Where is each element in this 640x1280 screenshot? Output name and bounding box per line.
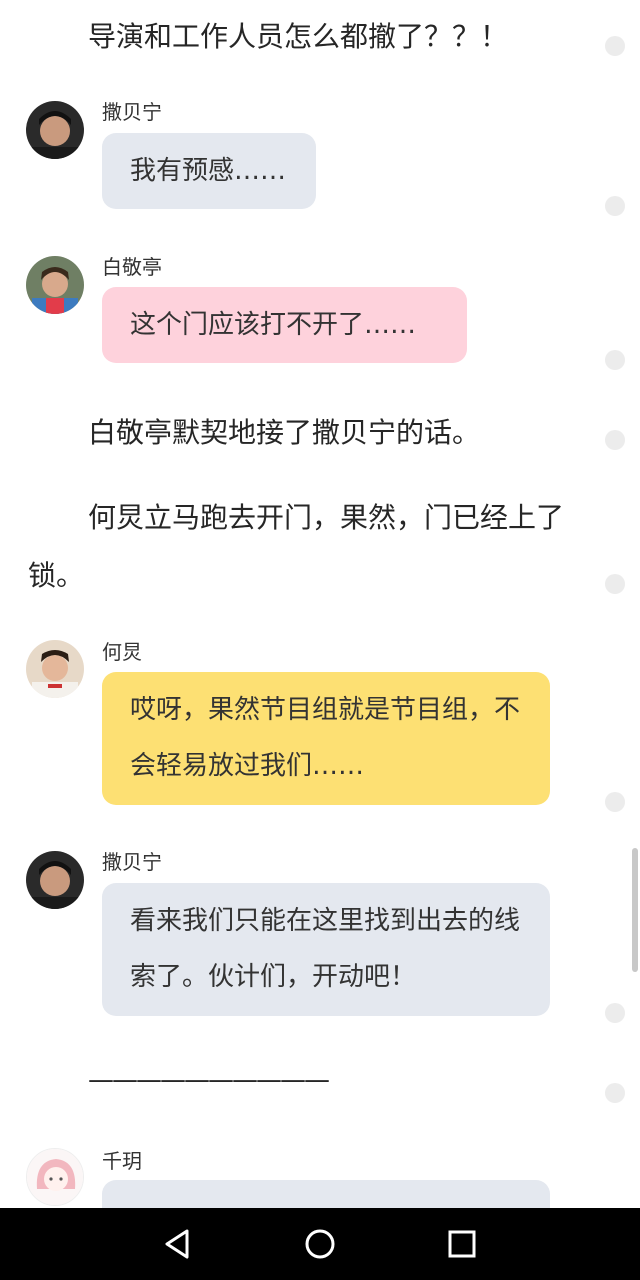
speaker-name: 白敬亭 xyxy=(102,255,162,279)
comment-dot-icon[interactable] xyxy=(605,350,625,370)
speaker-name: 千玥 xyxy=(102,1149,142,1173)
chat-bubble-text: 看来我们只能在这里找到出去的线索了。伙计们，开动吧！ xyxy=(130,906,521,992)
recents-icon[interactable] xyxy=(444,1226,480,1262)
speaker-name: 撒贝宁 xyxy=(102,850,162,874)
avatar-sabeining[interactable] xyxy=(26,851,84,909)
system-navigation-bar xyxy=(0,1208,640,1280)
chat-bubble-text: 哎呀，果然节目组就是节目组，不会轻易放过我们…… xyxy=(130,695,521,781)
avatar-sabeining[interactable] xyxy=(26,101,84,159)
comment-dot-icon[interactable] xyxy=(605,1003,625,1023)
story-paragraph: 白敬亭默契地接了撒贝宁的话。 xyxy=(88,416,481,449)
section-divider: —————————— xyxy=(88,1065,330,1095)
story-text-line: 导演和工作人员怎么都撤了？？！ xyxy=(88,20,509,53)
chat-bubble-text: 这个门应该打不开了…… xyxy=(130,310,417,340)
scrollbar-thumb[interactable] xyxy=(632,848,638,972)
home-icon[interactable] xyxy=(302,1226,338,1262)
chat-bubble: 哎呀，果然节目组就是节目组，不会轻易放过我们…… xyxy=(102,672,550,805)
avatar-baijingting[interactable] xyxy=(26,256,84,314)
comment-dot-icon[interactable] xyxy=(605,792,625,812)
back-icon[interactable] xyxy=(160,1226,196,1262)
chat-bubble: 我有预感…… xyxy=(102,133,316,209)
chat-bubble-text: 我有预感…… xyxy=(130,156,287,186)
story-paragraph: 何炅立马跑去开门，果然，门已经上了锁。 xyxy=(28,501,565,592)
comment-dot-icon[interactable] xyxy=(605,430,625,450)
avatar-qianyue[interactable] xyxy=(26,1148,84,1206)
speaker-name: 撒贝宁 xyxy=(102,100,162,124)
comment-dot-icon[interactable] xyxy=(605,196,625,216)
chat-bubble: 这个门应该打不开了…… xyxy=(102,287,467,363)
comment-dot-icon[interactable] xyxy=(605,574,625,594)
chat-bubble: 看来我们只能在这里找到出去的线索了。伙计们，开动吧！ xyxy=(102,883,550,1016)
avatar-hejiong[interactable] xyxy=(26,640,84,698)
comment-dot-icon[interactable] xyxy=(605,36,625,56)
comment-dot-icon[interactable] xyxy=(605,1083,625,1103)
speaker-name: 何炅 xyxy=(102,640,142,664)
